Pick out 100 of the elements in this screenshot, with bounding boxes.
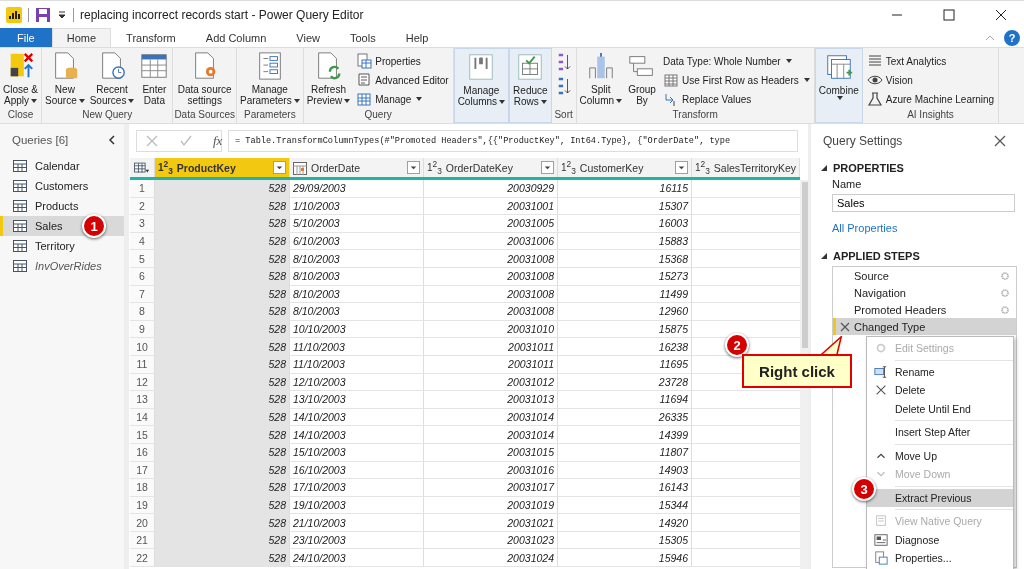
formula-field[interactable]: = Table.TransformColumnTypes(#"Promoted Headers",{{"ProductKey", Int64.Type}, {"OrderDate", type xyxy=(228,130,798,152)
menu-item[interactable]: Rename xyxy=(867,362,1013,381)
ribbon-button[interactable]: Vision xyxy=(863,71,998,89)
function-label[interactable]: fx xyxy=(213,133,223,149)
filter-dropdown-icon[interactable] xyxy=(273,161,286,174)
menu-item[interactable]: Properties... xyxy=(867,549,1013,568)
table-menu-icon[interactable] xyxy=(134,159,150,176)
ribbon-button[interactable]: Data source settings xyxy=(175,50,234,109)
caret-icon xyxy=(31,98,37,103)
table-cell: 20031023 xyxy=(424,531,558,549)
applied-step[interactable]: Changed Type xyxy=(833,318,1016,335)
ribbon-button[interactable]: Azure Machine Learning xyxy=(863,90,998,108)
column-header[interactable]: 1$^{2}$$_{3}$ ProductKey xyxy=(155,158,290,177)
menu-item[interactable]: Move Up xyxy=(867,446,1013,465)
menu-item[interactable]: Delete xyxy=(867,381,1013,400)
filter-dropdown-icon[interactable] xyxy=(675,161,688,174)
applied-step[interactable]: Navigation xyxy=(833,284,1016,301)
table-cell: 11694 xyxy=(558,391,692,408)
ribbon-button[interactable]: Split Column xyxy=(577,50,625,109)
collapse-icon[interactable] xyxy=(106,134,118,146)
menu-item[interactable]: Insert Step After xyxy=(867,423,1013,442)
save-icon[interactable] xyxy=(35,6,51,23)
table-cell: 15305 xyxy=(558,531,692,549)
table-cell: 16238 xyxy=(558,338,692,355)
table-cell: 16003 xyxy=(558,215,692,232)
ribbon-button[interactable]: Close & Apply xyxy=(1,50,40,109)
help-button[interactable]: ? xyxy=(1004,29,1020,46)
menu-item[interactable]: Extract Previous xyxy=(867,488,1013,507)
delete-step-icon[interactable] xyxy=(840,321,850,332)
table-cell: 22 xyxy=(130,549,155,567)
table-cell: 20031024 xyxy=(424,549,558,567)
table-cell: 20031006 xyxy=(424,232,558,250)
table-cell: 15307 xyxy=(558,197,692,215)
table-cell: 15344 xyxy=(558,496,692,514)
ribbon-button[interactable]: Advanced Editor xyxy=(353,71,452,89)
applied-step[interactable]: Source xyxy=(833,267,1016,284)
group-label: Sort xyxy=(554,109,573,122)
group-label: AI Insights xyxy=(907,109,954,122)
ribbon-button[interactable]: Replace Values xyxy=(660,90,813,108)
check-icon[interactable] xyxy=(179,134,193,148)
table-cell: 528 xyxy=(155,215,290,232)
panel-title: Queries [6] xyxy=(12,134,69,146)
table-cell: 15883 xyxy=(558,232,692,250)
column-header[interactable]: 1$^{2}$$_{3}$ OrderDateKey xyxy=(424,158,558,177)
ribbon-tab[interactable]: File xyxy=(0,28,52,47)
ribbon-tab[interactable]: Add Column xyxy=(190,28,282,47)
caret-icon xyxy=(499,99,506,104)
close-icon[interactable] xyxy=(994,135,1006,147)
ribbon-tab[interactable]: View xyxy=(281,28,335,47)
ribbon-tab[interactable]: Help xyxy=(390,28,444,47)
panel-title: Query Settings xyxy=(823,134,903,148)
ribbon-button[interactable]: Properties xyxy=(353,52,452,70)
table-cell: 528 xyxy=(155,514,290,531)
query-item[interactable]: Calendar xyxy=(0,156,124,176)
column-header[interactable]: OrderDate xyxy=(290,158,424,177)
column-header[interactable]: 1$^{2}$$_{3}$ CustomerKey xyxy=(558,158,692,177)
calendar-icon[interactable] xyxy=(293,160,307,175)
ribbon-button[interactable]: Text Analytics xyxy=(863,52,998,70)
table-cell: 20031008 xyxy=(424,285,558,303)
ribbon-button[interactable]: Manage Parameters xyxy=(238,50,302,109)
scrollbar-thumb[interactable] xyxy=(802,182,808,348)
query-item[interactable]: Products xyxy=(0,196,124,216)
ribbon-button[interactable]: Refresh Preview xyxy=(304,50,353,109)
table-cell: 11/10/2003 xyxy=(290,355,424,373)
table-cell: 15 xyxy=(130,426,155,443)
caret-icon xyxy=(416,97,423,101)
ribbon-tab[interactable]: Tools xyxy=(335,28,391,47)
ribbon-button[interactable]: Manage xyxy=(353,90,452,108)
ribbon-button[interactable]: Recent Sources xyxy=(87,50,137,109)
step-badge: 1 xyxy=(82,214,106,238)
all-properties-link[interactable]: All Properties xyxy=(832,222,1024,234)
ribbon-button[interactable]: Group By xyxy=(625,50,660,109)
table-cell: 20031012 xyxy=(424,373,558,391)
ribbon-tab[interactable]: Home xyxy=(51,28,112,47)
name-field[interactable]: Sales xyxy=(832,194,1015,212)
collapse-triangle-icon[interactable] xyxy=(821,165,827,171)
table-cell: 15/10/2003 xyxy=(290,443,424,461)
sort-ascending-icon[interactable] xyxy=(556,52,571,72)
ribbon-tab[interactable]: Transform xyxy=(111,28,191,47)
table-cell: 11/10/2003 xyxy=(290,338,424,355)
table-cell: 13 xyxy=(130,391,155,408)
applied-step[interactable]: Promoted Headers xyxy=(833,301,1016,318)
ribbon-button[interactable]: Use First Row as Headers xyxy=(660,71,813,89)
ribbon-button[interactable]: Data Type: Whole Number xyxy=(660,52,813,70)
query-item[interactable]: Territory xyxy=(0,236,124,256)
collapse-triangle-icon[interactable] xyxy=(821,253,827,259)
query-item[interactable]: Customers xyxy=(0,176,124,196)
app-logo-icon xyxy=(6,6,22,23)
filter-dropdown-icon[interactable] xyxy=(541,161,554,174)
filter-dropdown-icon[interactable] xyxy=(407,161,420,174)
menu-item[interactable]: Delete Until End xyxy=(867,399,1013,418)
customize-caret-icon[interactable] xyxy=(57,9,67,20)
sort-descending-icon[interactable] xyxy=(556,76,571,96)
ribbon-button[interactable]: Enter Data xyxy=(137,50,172,109)
ribbon-button[interactable]: New Source xyxy=(43,50,87,109)
query-item[interactable]: Sales 1 xyxy=(0,216,124,236)
step-badge: 2 xyxy=(725,333,749,357)
column-header[interactable]: 1$^{2}$$_{3}$ SalesTerritoryKey xyxy=(692,158,801,177)
table-cell: 20031015 xyxy=(424,443,558,461)
menu-item[interactable]: Diagnose xyxy=(867,530,1013,549)
